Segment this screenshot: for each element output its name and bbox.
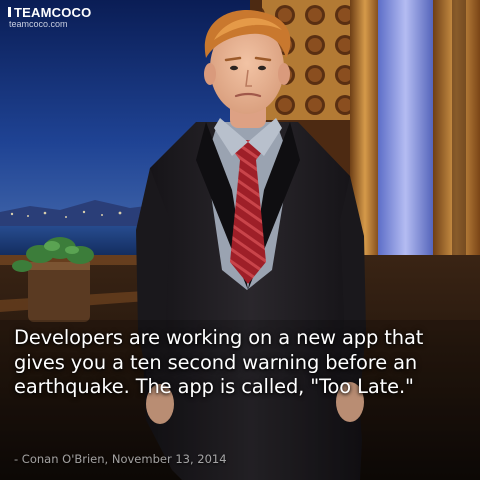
teamcoco-logo: TEAMCOCO teamcoco.com bbox=[8, 6, 91, 30]
quote-text: Developers are working on a new app that… bbox=[14, 326, 424, 398]
logo-bar-icon bbox=[8, 7, 11, 17]
logo-brand-text: TEAMCOCO bbox=[14, 5, 92, 20]
logo-url: teamcoco.com bbox=[9, 19, 68, 29]
quote-attribution: - Conan O'Brien, November 13, 2014 bbox=[14, 452, 227, 466]
stage-photo bbox=[0, 0, 480, 480]
meme-image: TEAMCOCO teamcoco.com Developers are wor… bbox=[0, 0, 480, 480]
